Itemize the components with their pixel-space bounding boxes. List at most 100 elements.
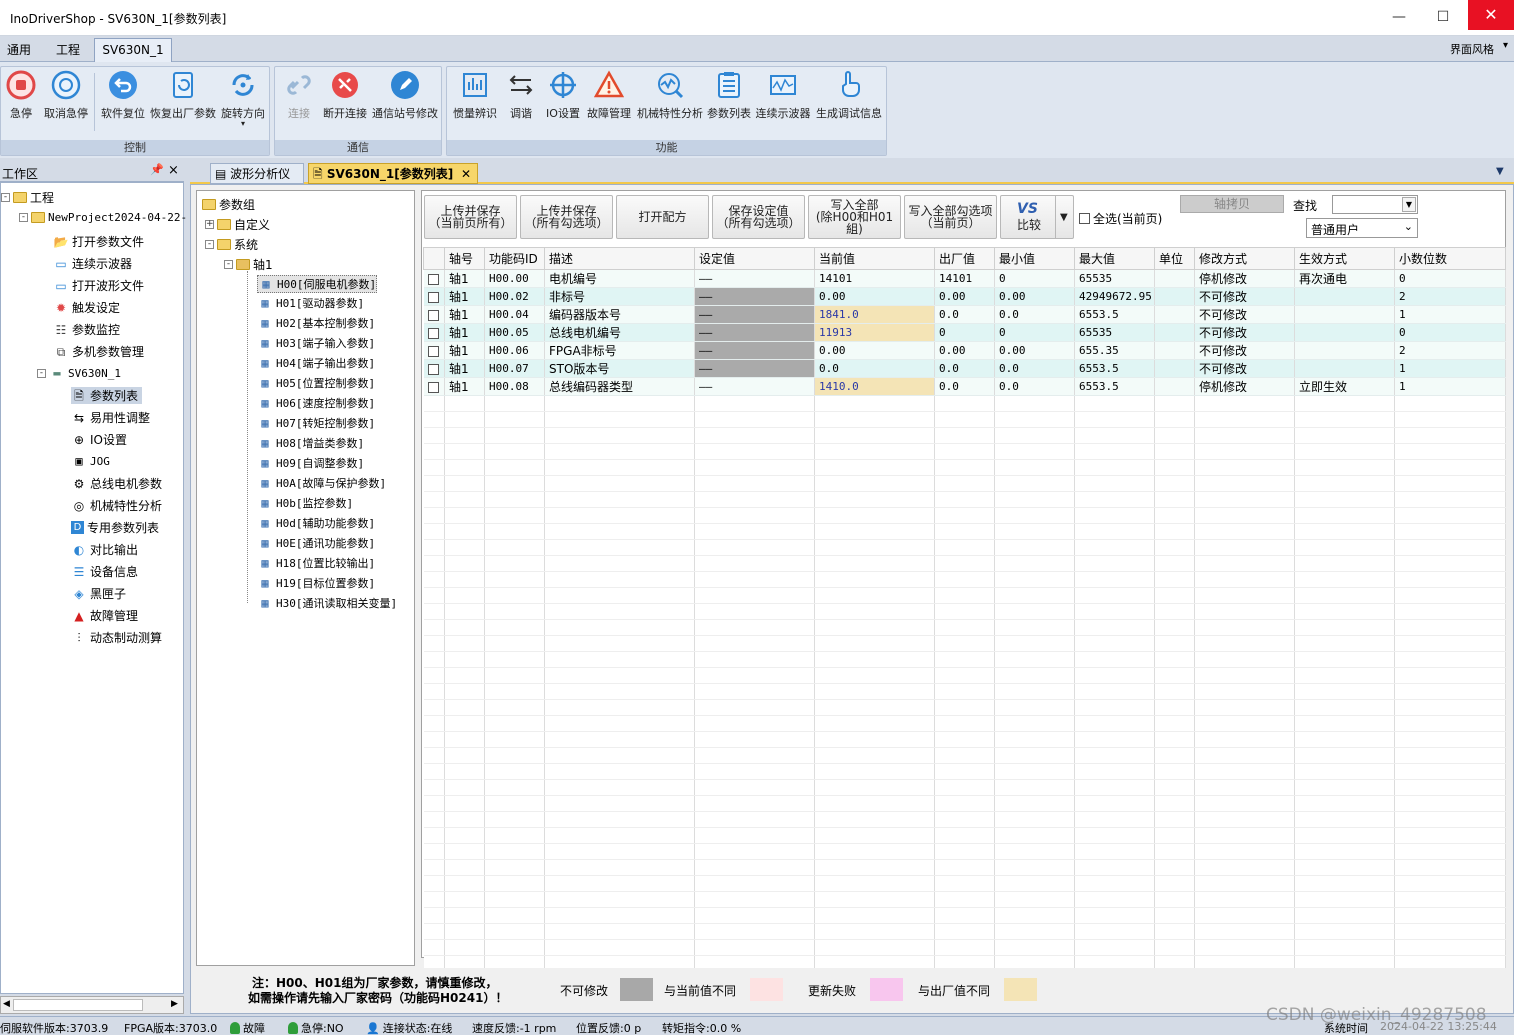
write-all-button[interactable]: 写入全部 (除H00和H01組): [808, 195, 901, 239]
rotation-direction-button[interactable]: 旋转方向 ▾: [219, 69, 267, 128]
tree-item-special-list[interactable]: D 专用参数列表: [71, 519, 159, 536]
table-row[interactable]: 轴1 H00.02 非标号 —— 0.00 0.00 0.00 42949672.95 不可修改…: [423, 287, 1506, 306]
table-row[interactable]: 轴1 H00.04 编码器版本号 —— 1841.0 0.0 0.0 6553.5 不可修改 1: [423, 305, 1506, 324]
table-cell[interactable]: ——: [694, 305, 815, 324]
maximize-button[interactable]: ☐: [1428, 6, 1458, 28]
workspace-scrollbar[interactable]: ◀ ▶: [0, 996, 184, 1014]
column-header[interactable]: 修改方式: [1194, 247, 1295, 270]
tree-custom[interactable]: + 自定义: [205, 216, 270, 233]
tree-item-continuous-scope[interactable]: ▭ 连续示波器: [53, 255, 132, 272]
close-icon[interactable]: ×: [168, 163, 179, 178]
table-row[interactable]: 轴1 H00.00 电机编号 —— 14101 14101 0 65535 停机修改 再次通电 0: [423, 269, 1506, 288]
generate-debug-info-button[interactable]: 生成调试信息: [815, 69, 883, 121]
table-cell[interactable]: [423, 323, 445, 342]
param-list-button[interactable]: 参数列表: [706, 69, 752, 121]
table-cell[interactable]: [423, 305, 445, 324]
factory-reset-button[interactable]: 恢复出厂参数: [149, 69, 217, 121]
save-setting-button[interactable]: 保存设定值 （所有勾选项）: [712, 195, 805, 239]
tree-param-group-item[interactable]: ▦ H03[端子输入参数]: [257, 335, 375, 351]
table-row[interactable]: 轴1 H00.06 FPGA非标号 —— 0.00 0.00 0.00 655.35 不可修改 2: [423, 341, 1506, 360]
tree-param-group-item[interactable]: ▦ H18[位置比较输出]: [257, 555, 375, 571]
tree-param-group-item[interactable]: ▦ H0b[监控参数]: [257, 495, 353, 511]
axis-copy-button[interactable]: 轴拷贝: [1180, 195, 1284, 213]
tree-axis1[interactable]: - 轴1: [224, 256, 273, 273]
tree-item-fault-mgmt[interactable]: ▲ 故障管理: [71, 607, 138, 624]
tree-item-io-setting[interactable]: ⊕ IO设置: [71, 431, 127, 448]
tree-item-open-param-file[interactable]: 📂 打开参数文件: [53, 233, 145, 250]
table-cell[interactable]: ——: [694, 341, 815, 360]
menu-general[interactable]: 通用: [7, 41, 31, 58]
compare-button[interactable]: VS 比较 ▼: [1000, 195, 1074, 239]
tree-item-param-list[interactable]: 🗎 参数列表: [71, 387, 143, 404]
row-checkbox[interactable]: [427, 363, 439, 375]
fault-management-button[interactable]: 故障管理: [586, 69, 632, 121]
tree-root-project[interactable]: - 工程: [1, 189, 54, 206]
table-row[interactable]: 轴1 H00.05 总线电机编号 —— 11913 0 0 65535 不可修改 0: [423, 323, 1506, 342]
tree-item-bus-motor[interactable]: ⚙ 总线电机参数: [71, 475, 162, 492]
table-cell[interactable]: ——: [694, 269, 815, 288]
mech-analysis-button[interactable]: 机械特性分析: [635, 69, 705, 121]
tree-param-group-item[interactable]: ▦ H01[驱动器参数]: [257, 295, 364, 311]
tree-item-ease-adjust[interactable]: ⇆ 易用性调整: [71, 409, 150, 426]
write-checked-button[interactable]: 写入全部勾选项 （当前页）: [904, 195, 997, 239]
column-header[interactable]: 设定值: [694, 247, 815, 270]
close-button[interactable]: ✕: [1468, 0, 1514, 30]
table-cell[interactable]: [423, 377, 445, 396]
table-row[interactable]: 轴1 H00.08 总线编码器类型 —— 1410.0 0.0 0.0 6553.5 停机修改立…: [423, 377, 1506, 396]
table-cell[interactable]: [423, 341, 445, 360]
inertia-id-button[interactable]: 惯量辨识: [452, 69, 498, 121]
tab-sv630n[interactable]: SV630N_1: [94, 38, 172, 63]
table-cell[interactable]: ——: [694, 323, 815, 342]
connect-button[interactable]: 连接: [283, 69, 315, 121]
tree-param-group-item[interactable]: ▦ H04[端子输出参数]: [257, 355, 375, 371]
tab-param-list[interactable]: 🗎 SV630N_1[参数列表] ✕: [308, 163, 478, 184]
search-combo[interactable]: ▼: [1332, 195, 1418, 214]
column-header[interactable]: 当前值: [814, 247, 935, 270]
table-cell[interactable]: ——: [694, 287, 815, 306]
tab-waveform-analyzer[interactable]: ▤ 波形分析仪: [210, 163, 304, 184]
continuous-scope-button[interactable]: 连续示波器: [755, 69, 811, 121]
upload-save-checked-button[interactable]: 上传并保存 （所有勾选项）: [520, 195, 613, 239]
close-icon[interactable]: ✕: [461, 164, 471, 184]
tree-param-group-item[interactable]: ▦ H07[转矩控制参数]: [257, 415, 375, 431]
tree-param-group-root[interactable]: 参数组: [202, 196, 255, 213]
tree-param-group-item[interactable]: ▦ H02[基本控制参数]: [257, 315, 375, 331]
scroll-thumb[interactable]: [13, 999, 143, 1011]
tree-param-group-item[interactable]: ▦ H06[速度控制参数]: [257, 395, 375, 411]
row-checkbox[interactable]: [427, 345, 439, 357]
minimize-button[interactable]: —: [1384, 6, 1414, 28]
column-header[interactable]: 描述: [544, 247, 695, 270]
tree-param-group-item[interactable]: ▦ H08[增益类参数]: [257, 435, 364, 451]
column-header[interactable]: 小数位数: [1394, 247, 1506, 270]
row-checkbox[interactable]: [427, 309, 439, 321]
station-modify-button[interactable]: 通信站号修改: [371, 69, 439, 121]
tree-item-dynamic-brake[interactable]: ⫶ 动态制动测算: [71, 629, 162, 646]
tuning-button[interactable]: 调谐: [505, 69, 537, 121]
tree-item-mech-analysis[interactable]: ◎ 机械特性分析: [71, 497, 162, 514]
column-header[interactable]: [423, 247, 445, 270]
tree-param-group-item[interactable]: ▦ H00[伺服电机参数]: [257, 275, 378, 293]
select-all-checkbox[interactable]: 全选(当前页): [1079, 210, 1162, 227]
tree-param-group-item[interactable]: ▦ H05[位置控制参数]: [257, 375, 375, 391]
tree-item-open-waveform[interactable]: ▭ 打开波形文件: [53, 277, 144, 294]
tree-param-group-item[interactable]: ▦ H0A[故障与保护参数]: [257, 475, 386, 491]
tree-item-trigger[interactable]: ✹ 触发设定: [53, 299, 120, 316]
table-row[interactable]: 轴1 H00.07 STO版本号 —— 0.0 0.0 0.0 6553.5 不可修改 1: [423, 359, 1506, 378]
tree-item-compare-output[interactable]: ◐ 对比输出: [71, 541, 138, 558]
chevron-down-icon[interactable]: ▼: [1496, 166, 1504, 177]
column-header[interactable]: 轴号: [444, 247, 485, 270]
tree-param-group-item[interactable]: ▦ H0E[通讯功能参数]: [257, 535, 375, 551]
tree-item-multi-param[interactable]: ⧉ 多机参数管理: [53, 343, 144, 360]
tree-system[interactable]: - 系统: [205, 236, 258, 253]
menu-project[interactable]: 工程: [56, 41, 80, 58]
tree-item-device-info[interactable]: ☰ 设备信息: [71, 563, 138, 580]
column-header[interactable]: 功能码ID: [484, 247, 545, 270]
pin-icon[interactable]: 📌: [150, 163, 164, 176]
tree-device[interactable]: - ▬ SV630N_1: [37, 365, 121, 381]
column-header[interactable]: 最小值: [994, 247, 1075, 270]
table-cell[interactable]: [423, 269, 445, 288]
emergency-stop-button[interactable]: 急停: [5, 69, 37, 121]
column-header[interactable]: 单位: [1154, 247, 1195, 270]
tree-item-jog[interactable]: ▣ JOG: [71, 453, 110, 469]
column-header[interactable]: 最大值: [1074, 247, 1155, 270]
